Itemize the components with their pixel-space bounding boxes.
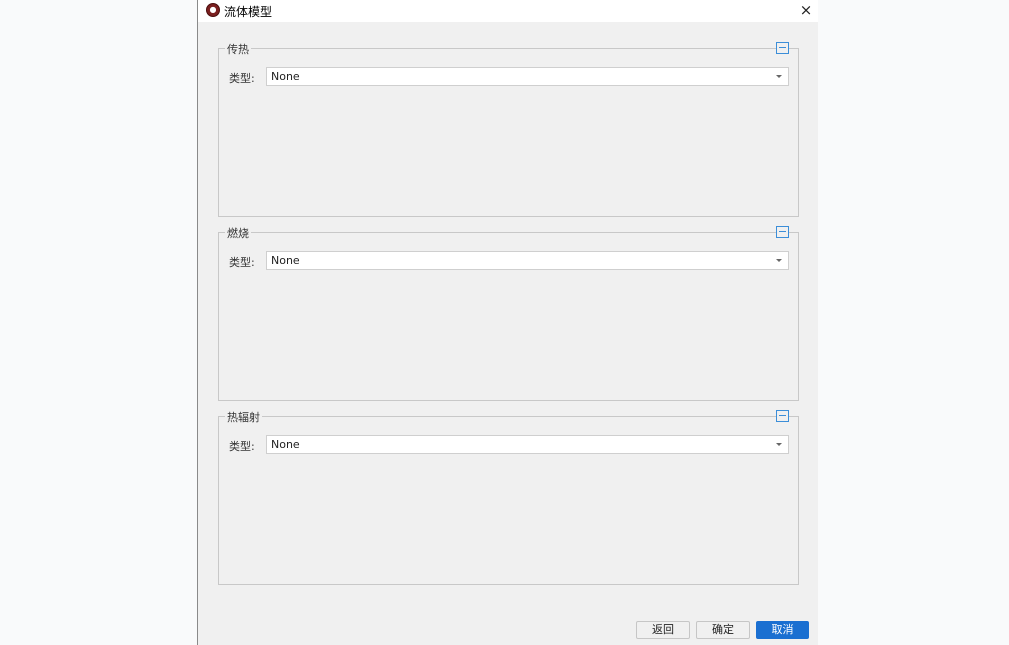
type-select[interactable]: None (266, 435, 789, 454)
type-select[interactable]: None (266, 251, 789, 270)
collapse-icon[interactable] (776, 410, 789, 422)
select-value: None (271, 438, 300, 451)
type-label: 类型: (229, 440, 255, 453)
heat-transfer-group: 传热 类型: None (218, 41, 799, 217)
select-value: None (271, 254, 300, 267)
fluid-model-dialog: ● 流体模型 × 传热 类型: None 燃烧 类型: None 热辐射 类型:… (197, 0, 818, 645)
close-icon[interactable]: × (794, 0, 818, 20)
thermal-radiation-group: 热辐射 类型: None (218, 409, 799, 585)
background-left (0, 0, 197, 645)
group-title: 传热 (225, 41, 251, 57)
back-button[interactable]: 返回 (636, 621, 690, 639)
type-label: 类型: (229, 72, 255, 85)
collapse-icon[interactable] (776, 226, 789, 238)
chevron-down-icon (776, 443, 782, 446)
type-select[interactable]: None (266, 67, 789, 86)
combustion-group: 燃烧 类型: None (218, 225, 799, 401)
app-logo-icon: ● (206, 3, 220, 17)
title-bar: ● 流体模型 × (198, 0, 818, 22)
chevron-down-icon (776, 75, 782, 78)
collapse-icon[interactable] (776, 42, 789, 54)
dialog-title: 流体模型 (224, 5, 273, 19)
confirm-button[interactable]: 确定 (696, 621, 750, 639)
cancel-button[interactable]: 取消 (756, 621, 809, 639)
chevron-down-icon (776, 259, 782, 262)
group-title: 燃烧 (225, 225, 251, 241)
background-right (818, 0, 1009, 645)
select-value: None (271, 70, 300, 83)
type-label: 类型: (229, 256, 255, 269)
group-title: 热辐射 (225, 409, 262, 425)
